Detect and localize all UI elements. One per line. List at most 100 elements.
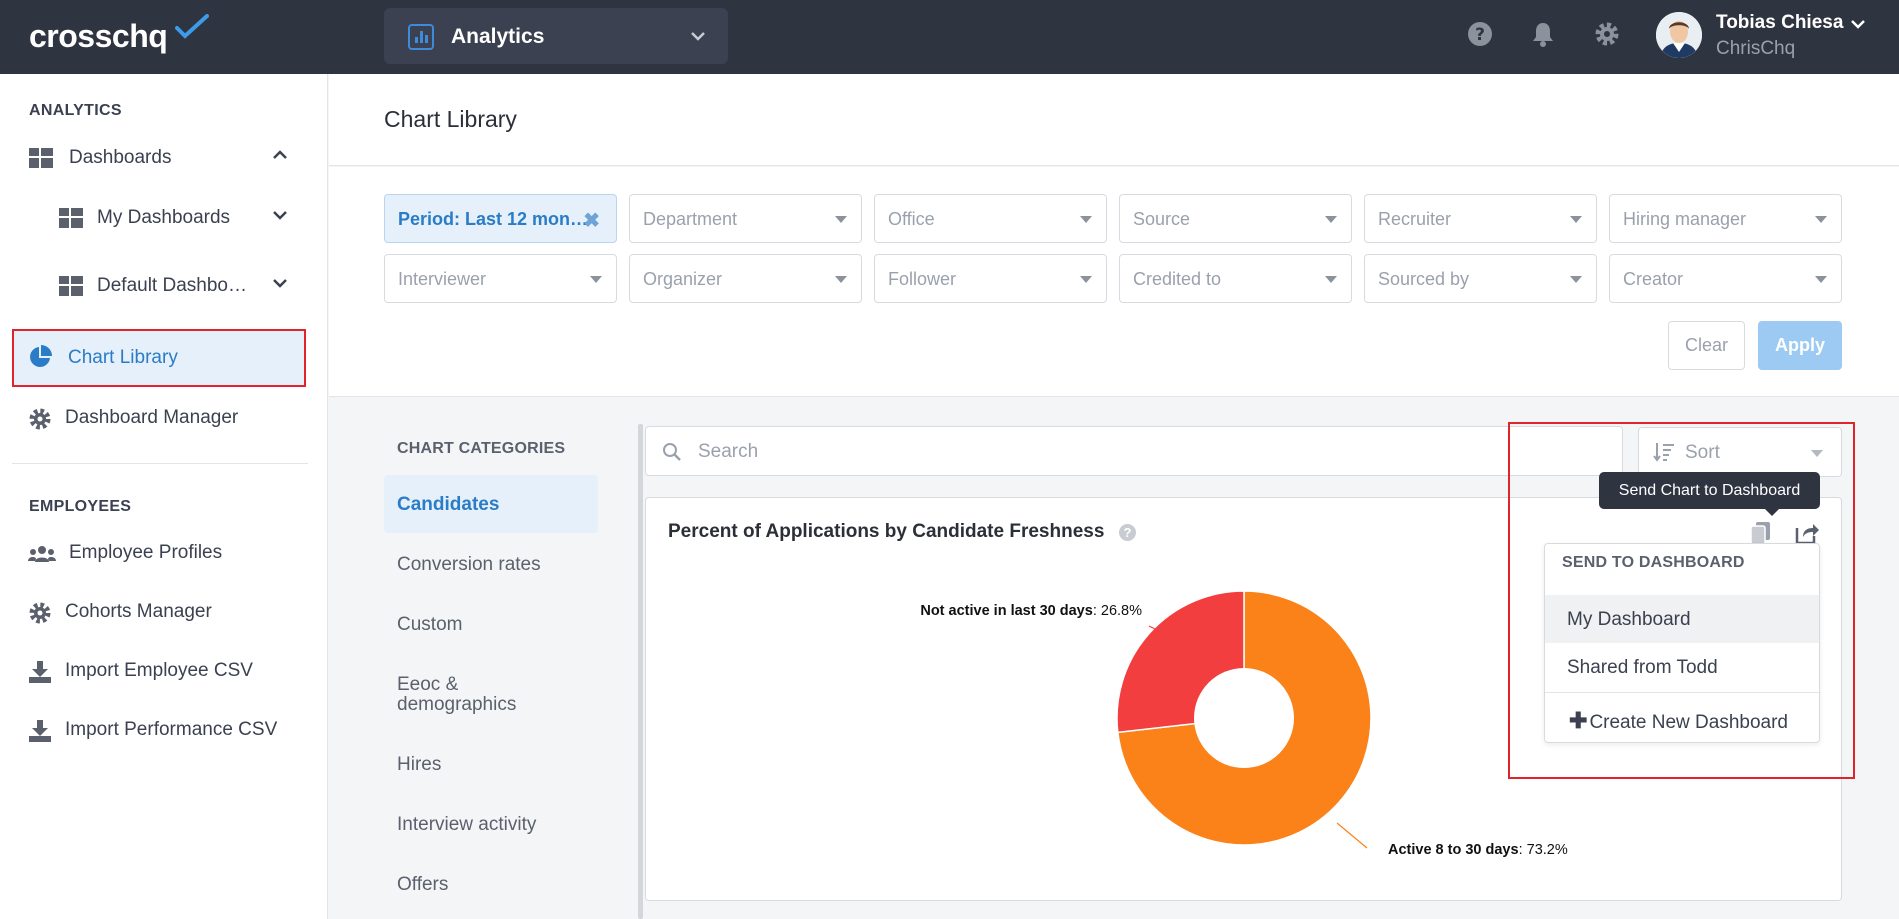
filter-label: Sourced by xyxy=(1378,269,1470,289)
filter-label: Department xyxy=(643,209,738,229)
chart-categories-heading: CHART CATEGORIES xyxy=(397,440,566,457)
filter-source[interactable]: Source xyxy=(1119,194,1352,243)
search-placeholder: Search xyxy=(698,441,759,462)
user-menu-chevron-icon[interactable] xyxy=(1850,18,1866,30)
filter-credited-to[interactable]: Credited to xyxy=(1119,254,1352,303)
sidebar-item-import-employee-csv[interactable]: Import Employee CSV xyxy=(12,647,306,695)
filter-office[interactable]: Office xyxy=(874,194,1107,243)
slice-label-inactive: Not active in last 30 days: 26.8% xyxy=(920,603,1142,619)
sidebar-item-label: My Dashboards xyxy=(97,207,231,228)
filter-label: Credited to xyxy=(1133,269,1222,289)
sidebar-item-label: Chart Library xyxy=(68,347,178,368)
sidebar-item-chart-library[interactable]: Chart Library xyxy=(12,329,306,387)
caret-down-icon xyxy=(1570,216,1582,223)
sidebar-item-label: Dashboard Manager xyxy=(65,407,239,428)
pie-chart-icon xyxy=(30,345,52,367)
caret-down-icon xyxy=(1325,216,1337,223)
filter-label: Source xyxy=(1133,209,1191,229)
chevron-up-icon xyxy=(273,150,287,159)
filter-interviewer[interactable]: Interviewer xyxy=(384,254,617,303)
sidebar-item-my-dashboards[interactable]: My Dashboards xyxy=(12,194,306,242)
download-icon xyxy=(29,661,51,683)
filter-label: Office xyxy=(888,209,935,229)
sidebar-item-label: Default Dashbo… xyxy=(97,275,247,296)
dashboard-grid-icon xyxy=(59,276,83,296)
top-navigation-bar: crosschq Analytics ? Tobias Chiesa Chris… xyxy=(0,0,1899,74)
sidebar-item-label: Import Performance CSV xyxy=(65,719,278,740)
filter-sourced-by[interactable]: Sourced by xyxy=(1364,254,1597,303)
filter-follower[interactable]: Follower xyxy=(874,254,1107,303)
filter-department[interactable]: Department xyxy=(629,194,862,243)
filter-recruiter[interactable]: Recruiter xyxy=(1364,194,1597,243)
annotation-highlight-box xyxy=(1508,422,1855,779)
content-scrollbar[interactable] xyxy=(638,424,643,919)
page-header: Chart Library xyxy=(329,74,1899,166)
sidebar-item-label: Employee Profiles xyxy=(69,542,223,563)
sidebar-heading-employees: EMPLOYEES xyxy=(29,498,132,515)
dashboard-grid-icon xyxy=(29,148,53,168)
apply-button[interactable]: Apply xyxy=(1758,321,1842,370)
search-icon xyxy=(663,443,681,461)
caret-down-icon xyxy=(835,276,847,283)
dashboard-grid-icon xyxy=(59,208,83,228)
gear-icon xyxy=(29,408,51,430)
caret-down-icon xyxy=(1570,276,1582,283)
caret-down-icon xyxy=(1080,276,1092,283)
category-label: demographics xyxy=(397,694,517,715)
caret-down-icon xyxy=(835,216,847,223)
app-switcher[interactable]: Analytics xyxy=(384,8,728,64)
category-label: Hires xyxy=(397,754,442,775)
category-label: Custom xyxy=(397,614,463,635)
analytics-icon xyxy=(408,24,434,50)
clear-filter-icon[interactable]: ✖ xyxy=(583,208,600,233)
sidebar-divider xyxy=(12,463,308,464)
sidebar-item-dashboard-manager[interactable]: Dashboard Manager xyxy=(12,394,306,442)
category-label: Offers xyxy=(397,874,449,895)
slice-label-active: Active 8 to 30 days: 73.2% xyxy=(1388,842,1568,858)
caret-down-icon xyxy=(1080,216,1092,223)
filter-creator[interactable]: Creator xyxy=(1609,254,1842,303)
users-group-icon xyxy=(28,546,56,562)
logo-text: crosschq xyxy=(29,18,168,54)
category-label: Interview activity xyxy=(397,814,537,835)
sidebar-item-label: Dashboards xyxy=(69,147,172,168)
category-label: Candidates xyxy=(397,494,500,515)
sidebar-item-import-performance-csv[interactable]: Import Performance CSV xyxy=(12,706,306,754)
slice-label-value: 73.2% xyxy=(1527,842,1568,858)
chart-search-input[interactable]: Search xyxy=(645,426,1623,476)
page-title: Chart Library xyxy=(384,106,517,132)
filter-label: Interviewer xyxy=(398,269,487,289)
filter-label: Creator xyxy=(1623,269,1684,289)
help-icon[interactable]: ? xyxy=(1466,20,1494,48)
chevron-down-icon xyxy=(273,211,287,220)
notifications-bell-icon[interactable] xyxy=(1529,20,1557,48)
filter-organizer[interactable]: Organizer xyxy=(629,254,862,303)
sidebar-item-label: Import Employee CSV xyxy=(65,660,253,681)
crosschq-logo[interactable]: crosschq xyxy=(29,14,209,55)
donut-hole xyxy=(1194,668,1294,768)
settings-gear-icon[interactable] xyxy=(1593,20,1621,48)
sidebar: ANALYTICS Dashboards My Dashboards Defau… xyxy=(0,74,328,919)
chevron-down-icon xyxy=(691,32,705,41)
caret-down-icon xyxy=(1325,276,1337,283)
sidebar-item-cohorts-manager[interactable]: Cohorts Manager xyxy=(12,588,306,636)
sidebar-item-employee-profiles[interactable]: Employee Profiles xyxy=(12,529,306,577)
filter-label: Hiring manager xyxy=(1623,209,1747,229)
sidebar-item-default-dashboards[interactable]: Default Dashbo… xyxy=(12,262,306,310)
sidebar-item-dashboards[interactable]: Dashboards xyxy=(12,134,306,182)
caret-down-icon xyxy=(1815,276,1827,283)
caret-down-icon xyxy=(590,276,602,283)
clear-button[interactable]: Clear xyxy=(1668,321,1745,370)
user-name[interactable]: Tobias Chiesa xyxy=(1716,12,1843,34)
user-avatar[interactable] xyxy=(1656,12,1702,58)
caret-down-icon xyxy=(1815,216,1827,223)
filter-period[interactable]: Period: Last 12 mon… ✖ xyxy=(384,194,617,243)
filter-hiring-manager[interactable]: Hiring manager xyxy=(1609,194,1842,243)
user-organization: ChrisChq xyxy=(1716,38,1796,59)
sidebar-item-label: Cohorts Manager xyxy=(65,601,212,622)
svg-text:?: ? xyxy=(1475,25,1485,45)
slice-active-leader-line xyxy=(1336,822,1368,849)
app-switcher-label: Analytics xyxy=(451,25,545,48)
category-candidates[interactable]: Candidates xyxy=(384,475,598,533)
filter-label: Follower xyxy=(888,269,957,289)
